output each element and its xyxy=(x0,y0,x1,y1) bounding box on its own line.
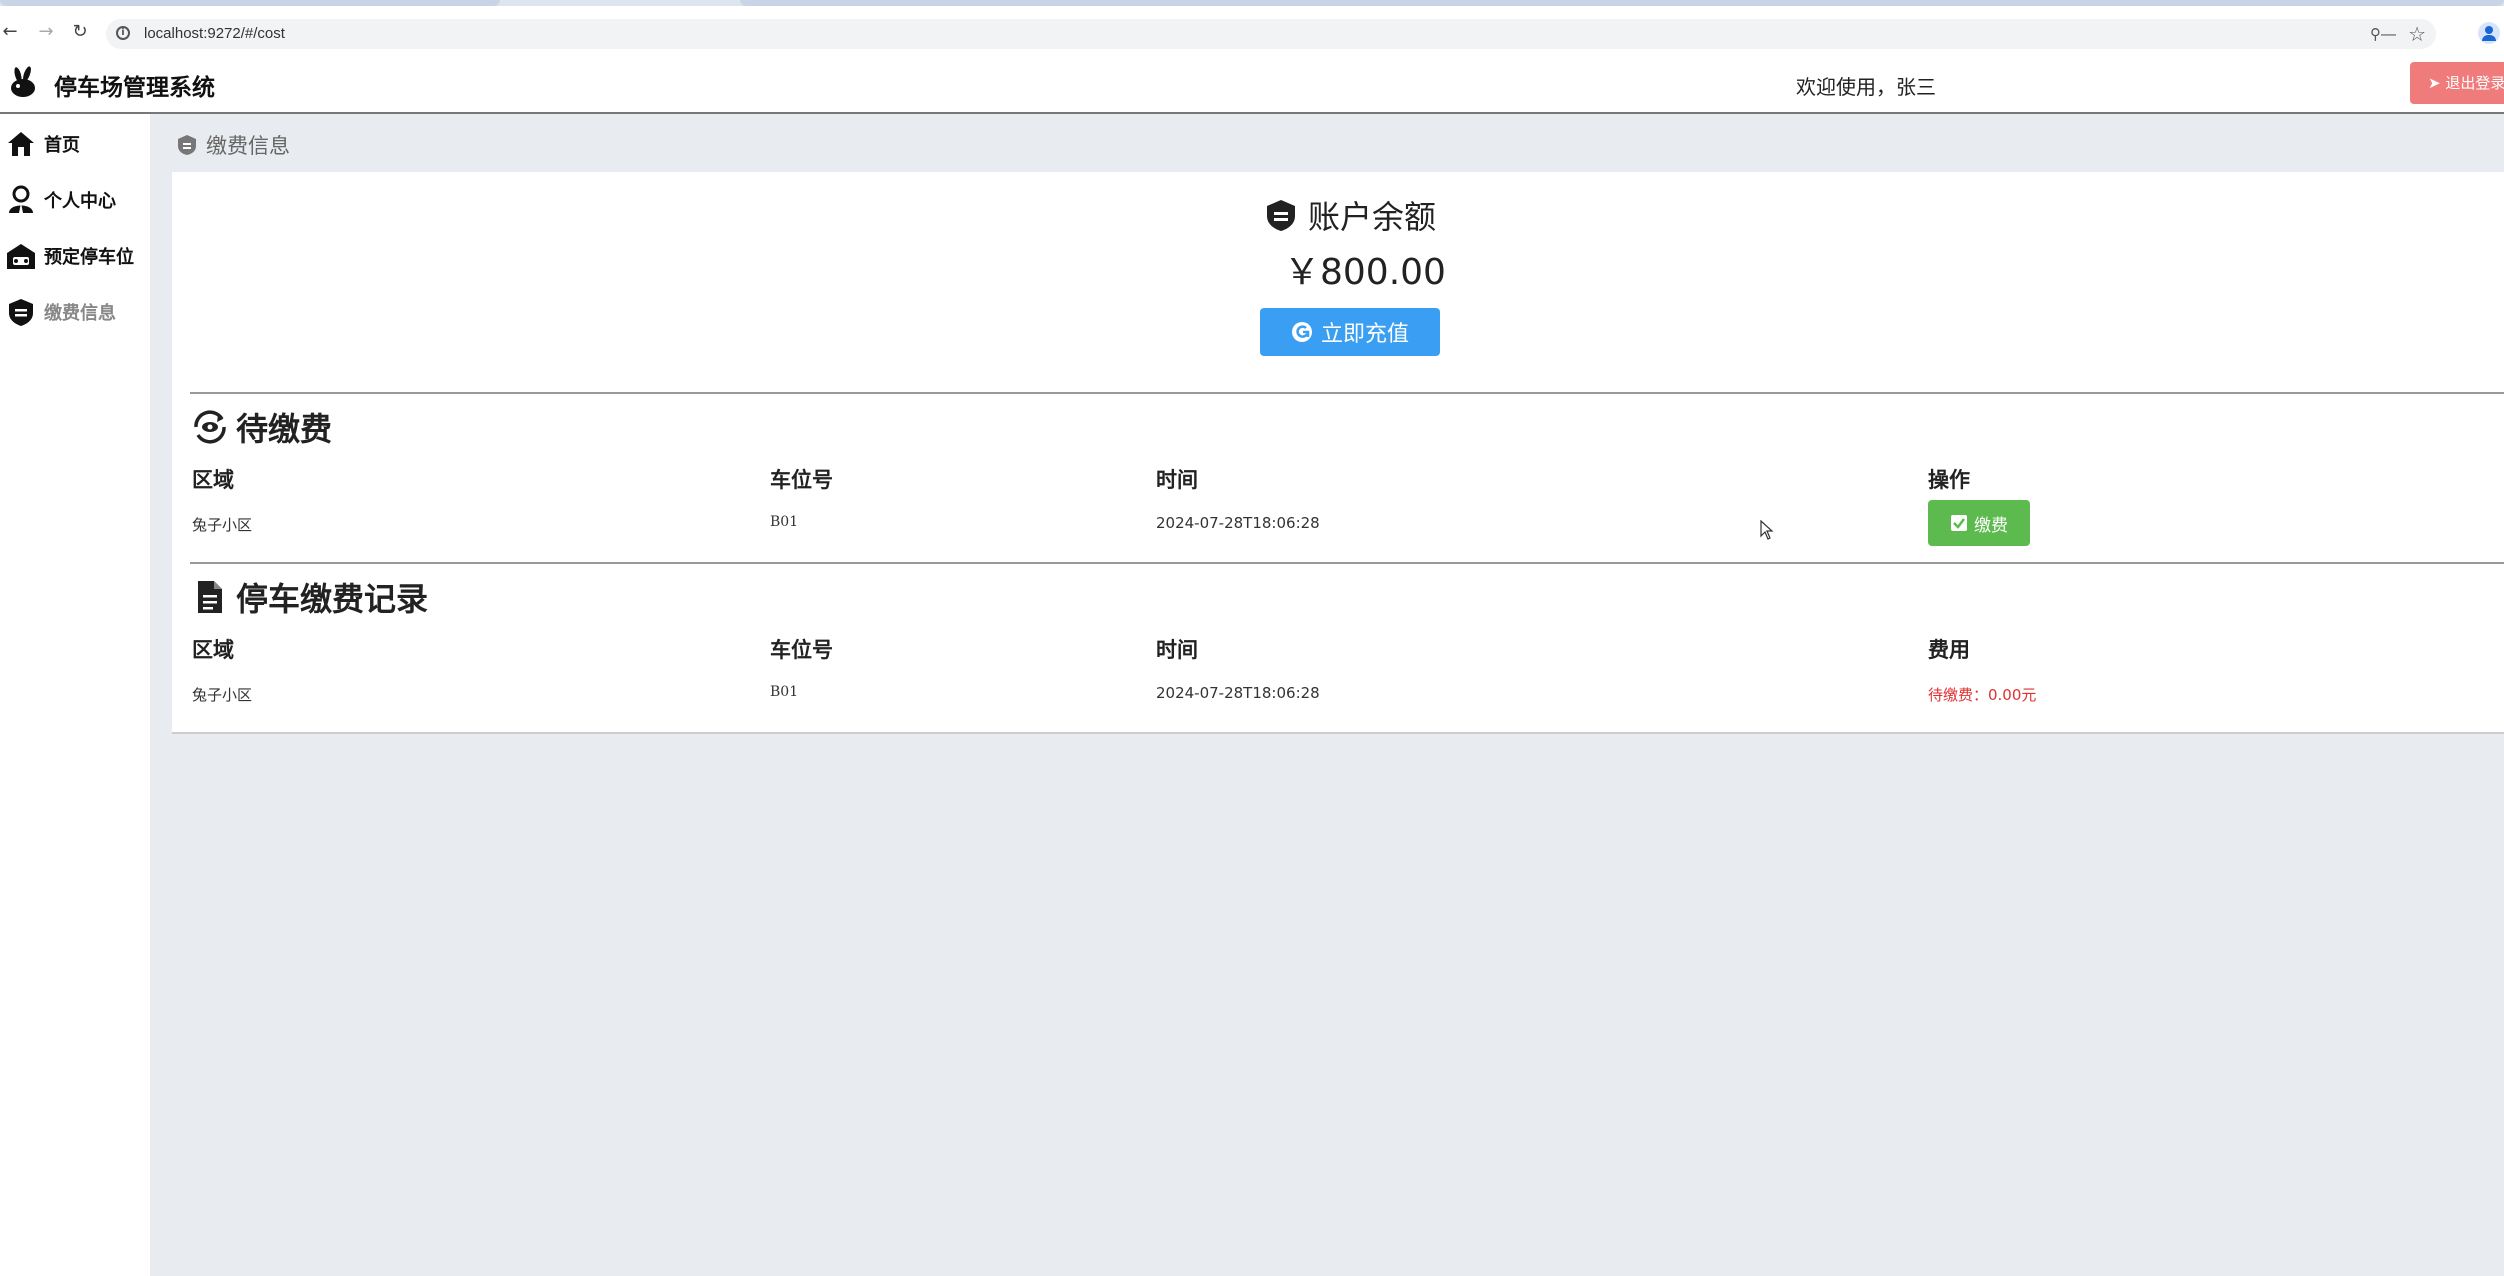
browser-toolbar: ← → ↻ i localhost:9272/#/cost ⚲― ☆ xyxy=(0,6,2504,52)
back-icon[interactable]: ← xyxy=(0,22,20,42)
wallet-shield-icon xyxy=(1267,200,1295,231)
sidebar-item-label: 预定停车位 xyxy=(44,247,134,268)
logout-icon: ➤ xyxy=(2428,74,2446,92)
pending-title: 待缴费 xyxy=(192,404,332,450)
records-title: 停车缴费记录 xyxy=(192,574,428,620)
sidebar-item-label: 个人中心 xyxy=(44,191,116,212)
home-icon xyxy=(8,132,34,156)
payment-icon xyxy=(9,299,33,326)
bookmark-star-icon[interactable]: ☆ xyxy=(2408,22,2426,46)
mouse-cursor-icon xyxy=(1760,520,1774,540)
sidebar-item-label: 首页 xyxy=(44,135,80,156)
pay-button[interactable]: 缴费 xyxy=(1928,500,2030,546)
pending-cell-slot: B01 xyxy=(770,514,799,530)
sidebar-item-home[interactable]: 首页 xyxy=(6,126,80,162)
pending-title-label: 待缴费 xyxy=(236,410,333,448)
records-header-fee: 费用 xyxy=(1928,638,1970,662)
reload-icon[interactable]: ↻ xyxy=(70,22,90,42)
records-header-slot: 车位号 xyxy=(770,638,833,662)
app-title: 停车场管理系统 xyxy=(54,75,215,101)
sidebar-item-reserve[interactable]: 预定停车位 xyxy=(6,238,134,274)
records-header-time: 时间 xyxy=(1156,638,1198,662)
records-cell-time: 2024-07-28T18:06:28 xyxy=(1156,684,1320,702)
pending-header-area: 区域 xyxy=(192,468,234,492)
pending-header-slot: 车位号 xyxy=(770,468,833,492)
sidebar-item-payment[interactable]: 缴费信息 xyxy=(6,294,116,330)
welcome-text: 欢迎使用，张三 xyxy=(1796,75,1936,99)
recharge-icon xyxy=(1291,322,1312,342)
sidebar-item-label: 缴费信息 xyxy=(44,303,116,324)
balance-title-label: 账户余额 xyxy=(1308,198,1437,236)
sidebar-item-profile[interactable]: 个人中心 xyxy=(6,182,116,218)
records-cell-area: 兔子小区 xyxy=(192,686,253,704)
logout-button[interactable]: ➤ 退出登录 xyxy=(2410,62,2504,104)
records-cell-fee: 待缴费：0.00元 xyxy=(1928,686,2037,704)
payment-icon xyxy=(178,135,196,155)
recharge-button[interactable]: 立即充值 xyxy=(1260,308,1440,356)
pending-eye-icon xyxy=(194,410,226,444)
rabbit-logo-icon xyxy=(11,66,35,97)
app-header: 停车场管理系统 欢迎使用，张三 ➤ 退出登录 xyxy=(0,52,2504,114)
recharge-label: 立即充值 xyxy=(1320,322,1409,347)
site-info-icon[interactable]: i xyxy=(116,26,130,40)
logout-label: 退出登录 xyxy=(2445,74,2504,92)
check-square-icon xyxy=(1951,515,1967,531)
records-cell-slot: B01 xyxy=(770,684,799,700)
records-title-label: 停车缴费记录 xyxy=(236,580,429,618)
profile-icon[interactable] xyxy=(2478,22,2500,44)
breadcrumb-label: 缴费信息 xyxy=(206,134,290,158)
pending-header-action: 操作 xyxy=(1928,468,1970,492)
address-bar[interactable]: i localhost:9272/#/cost ⚲― ☆ xyxy=(106,19,2436,49)
url-text[interactable]: localhost:9272/#/cost xyxy=(144,25,285,42)
balance-value: ￥800.00 xyxy=(1284,252,1446,293)
document-icon xyxy=(198,581,222,613)
password-key-icon[interactable]: ⚲― xyxy=(2370,25,2396,43)
breadcrumb: 缴费信息 xyxy=(176,130,290,160)
pending-cell-time: 2024-07-28T18:06:28 xyxy=(1156,514,1320,532)
forward-icon[interactable]: → xyxy=(36,22,56,42)
section-divider xyxy=(190,392,2504,394)
pending-cell-area: 兔子小区 xyxy=(192,516,253,534)
pending-header-time: 时间 xyxy=(1156,468,1198,492)
user-icon xyxy=(9,185,33,213)
sidebar: 首页 个人中心 预定停车位 缴费信息 xyxy=(0,114,150,1276)
section-divider xyxy=(190,562,2504,564)
records-header-area: 区域 xyxy=(192,638,234,662)
parking-icon xyxy=(7,244,35,269)
pay-label: 缴费 xyxy=(1974,515,2008,536)
balance-title: 账户余额 xyxy=(1264,192,1436,238)
